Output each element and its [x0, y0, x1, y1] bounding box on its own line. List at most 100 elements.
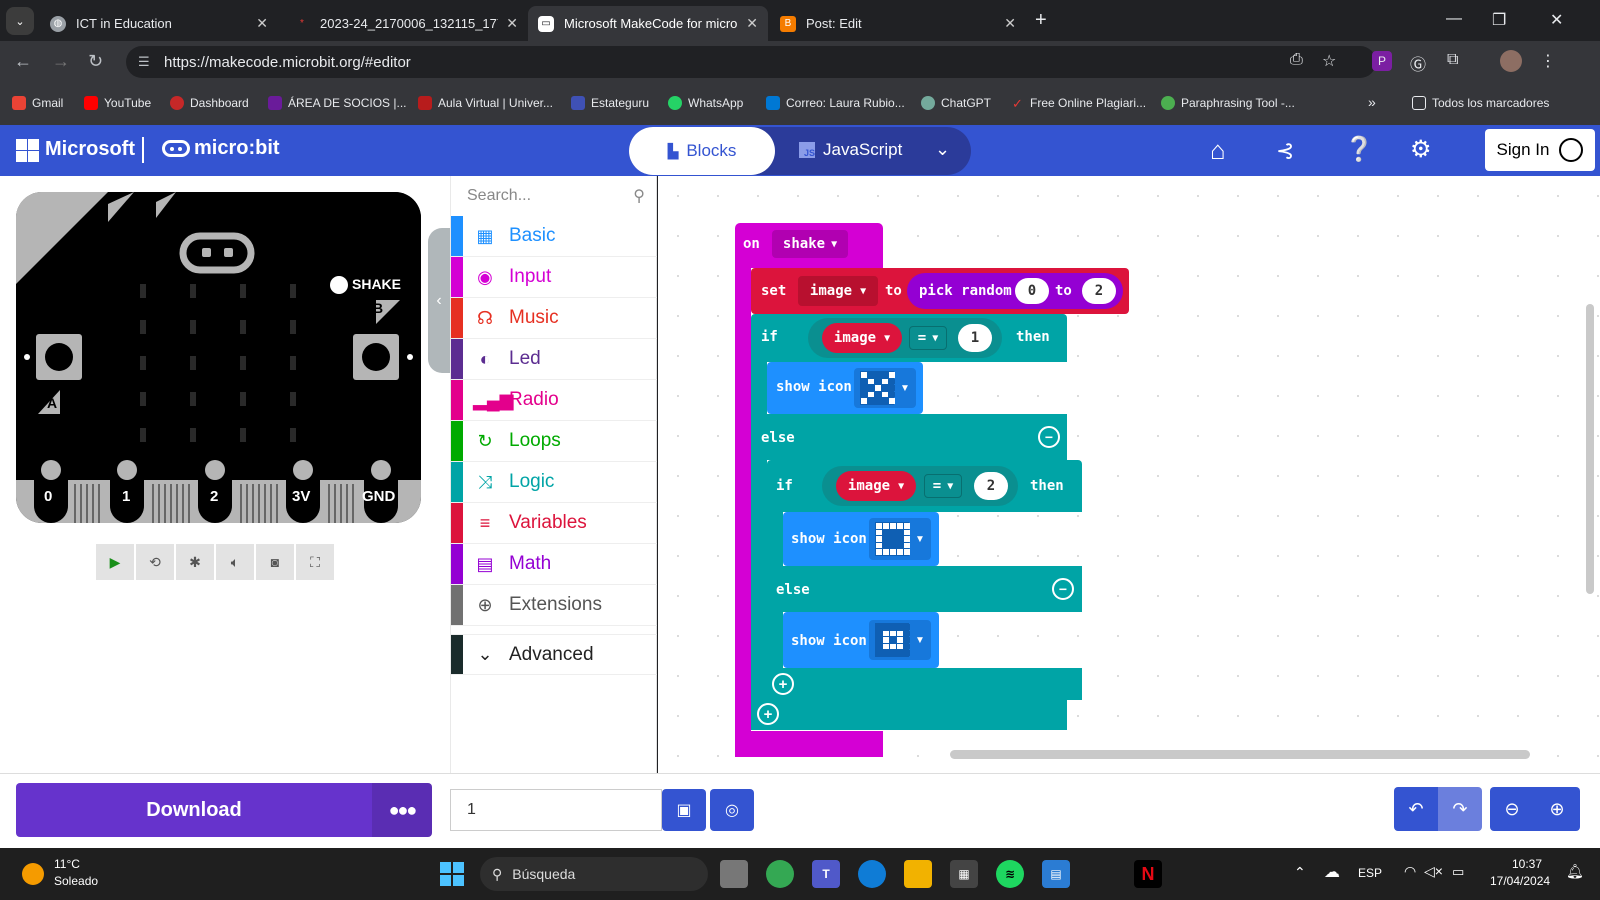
wifi-icon[interactable]: ◠ [1404, 863, 1416, 880]
bookmark-chatgpt[interactable]: ChatGPT [921, 96, 991, 110]
redo-button[interactable]: ↷ [1438, 787, 1482, 831]
restart-button[interactable]: ⟲ [136, 544, 174, 580]
pin-1-label[interactable]: 1 [122, 488, 130, 505]
image-variable-reporter[interactable]: image ▼ [836, 471, 916, 501]
volume-muted-icon[interactable]: ◁× [1424, 863, 1443, 880]
category-advanced[interactable]: ⌄ Advanced [451, 634, 657, 675]
weather-desc[interactable]: Soleado [54, 874, 98, 888]
zoom-in-button[interactable]: ⊕ [1534, 787, 1580, 831]
help-icon[interactable]: ❔ [1344, 135, 1374, 164]
close-tab-icon[interactable]: ✕ [746, 15, 758, 32]
category-basic[interactable]: ▦ Basic [451, 216, 657, 257]
undo-button[interactable]: ↶ [1394, 787, 1438, 831]
profile-avatar[interactable] [1500, 50, 1522, 72]
battery-icon[interactable]: ▭ [1452, 864, 1464, 880]
bookmark-star-icon[interactable]: ☆ [1322, 51, 1336, 71]
zoom-out-button[interactable]: ⊖ [1490, 787, 1534, 831]
bookmark-whatsapp[interactable]: WhatsApp [668, 96, 743, 110]
search-icon[interactable]: ⚲ [633, 186, 645, 206]
blocks-workspace[interactable]: on shake ▼ set image ▼ to pick random 0 to… [658, 176, 1600, 773]
close-tab-icon[interactable]: ✕ [506, 15, 518, 32]
chrome-icon[interactable] [766, 860, 794, 888]
bookmark-area-socios[interactable]: ÁREA DE SOCIOS |... [268, 96, 406, 110]
tab-makecode[interactable]: ▭ Microsoft MakeCode for micro: ✕ [528, 6, 768, 41]
blocks-mode-button[interactable]: ▙ Blocks [629, 127, 775, 175]
image-variable-reporter[interactable]: image ▼ [822, 323, 902, 353]
github-button[interactable]: ◎ [710, 789, 754, 831]
toolbox-search-input[interactable]: Search... ⚲ [451, 176, 657, 216]
restore-icon[interactable]: ❐ [1492, 10, 1506, 30]
category-radio[interactable]: ▂▄▆ Radio [451, 380, 657, 421]
random-min-field[interactable]: 0 [1015, 278, 1049, 304]
bookmark-estateguru[interactable]: Estateguru [571, 96, 649, 110]
bookmark-paraphrasing[interactable]: Paraphrasing Tool -... [1161, 96, 1295, 110]
bookmark-dashboard[interactable]: Dashboard [170, 96, 249, 110]
add-else-if-button-inner[interactable]: + [772, 673, 794, 695]
file-explorer-icon[interactable] [904, 860, 932, 888]
category-loops[interactable]: ↻ Loops [451, 421, 657, 462]
notifications-bell-icon[interactable]: 🔔︎ [1566, 863, 1584, 880]
close-tab-icon[interactable]: ✕ [256, 15, 268, 32]
all-bookmarks[interactable]: Todos los marcadores [1412, 96, 1549, 110]
sign-in-button[interactable]: Sign In [1485, 129, 1595, 171]
new-tab-icon[interactable]: + [1035, 9, 1047, 32]
back-icon[interactable]: ← [14, 51, 32, 72]
bookmark-youtube[interactable]: YouTube [84, 96, 151, 110]
microsoft-logo-icon[interactable] [16, 139, 39, 162]
project-name-input[interactable]: 1 [450, 789, 662, 831]
compare-value-field[interactable]: 2 [974, 472, 1008, 500]
random-max-field[interactable]: 2 [1082, 278, 1116, 304]
clock-time[interactable]: 10:37 [1512, 857, 1542, 871]
pin-0-label[interactable]: 0 [44, 488, 52, 505]
site-settings-icon[interactable]: ☰ [138, 54, 150, 70]
download-button[interactable]: Download [16, 783, 372, 837]
bookmark-gmail[interactable]: Gmail [12, 96, 63, 110]
category-math[interactable]: ▤ Math [451, 544, 657, 585]
grammarly-icon[interactable]: Ⓖ [1410, 51, 1426, 75]
download-options-button[interactable]: ●●● [372, 783, 432, 837]
weather-temp[interactable]: 11°C [54, 857, 80, 871]
icon-dropdown[interactable]: ▼ [869, 620, 931, 660]
remove-else-button[interactable]: − [1038, 426, 1060, 448]
reload-icon[interactable]: ↻ [88, 51, 103, 72]
bookmark-aula-virtual[interactable]: Aula Virtual | Univer... [418, 96, 553, 110]
close-window-icon[interactable]: ✕ [1550, 10, 1563, 30]
onedrive-cloud-icon[interactable]: ☁ [1324, 862, 1340, 882]
teams-icon[interactable]: T [812, 860, 840, 888]
share-icon[interactable]: ⊰ [1276, 138, 1294, 164]
variable-dropdown[interactable]: image ▼ [798, 276, 878, 306]
bookmark-plagiarism[interactable]: ✓ Free Online Plagiari... [1012, 96, 1146, 111]
install-app-icon[interactable]: ⎙ [1290, 51, 1303, 69]
category-extensions[interactable]: ⊕ Extensions [451, 585, 657, 626]
category-logic[interactable]: ⤨ Logic [451, 462, 657, 503]
mute-button[interactable]: 🔈︎ [216, 544, 254, 580]
debug-button[interactable]: ✱ [176, 544, 214, 580]
extensions-puzzle-icon[interactable]: ⧉ [1447, 51, 1458, 69]
play-button[interactable]: ▶ [96, 544, 134, 580]
settings-gear-icon[interactable]: ⚙ [1410, 135, 1432, 164]
event-dropdown[interactable]: shake ▼ [772, 230, 848, 258]
shake-label[interactable]: SHAKE [352, 276, 401, 292]
compare-value-field[interactable]: 1 [958, 324, 992, 352]
windows-start-icon[interactable] [440, 862, 464, 886]
task-view-icon[interactable] [720, 860, 748, 888]
close-tab-icon[interactable]: ✕ [1004, 15, 1016, 32]
remove-else-button[interactable]: − [1052, 578, 1074, 600]
microbit-brand[interactable]: micro:bit [162, 137, 280, 160]
home-icon[interactable]: ⌂ [1210, 135, 1226, 166]
word-doc-icon[interactable]: ▤ [1042, 860, 1070, 888]
language-indicator[interactable]: ESP [1358, 866, 1382, 880]
javascript-mode-button[interactable]: JS JavaScript [799, 140, 902, 160]
operator-dropdown[interactable]: = ▼ [909, 326, 947, 350]
operator-dropdown[interactable]: = ▼ [924, 474, 962, 498]
workspace-vertical-scrollbar[interactable] [1586, 304, 1594, 594]
taskbar-search[interactable]: ⚲ Búsqueda [480, 857, 708, 891]
category-input[interactable]: ◉ Input [451, 257, 657, 298]
tab-pdf-document[interactable]: * 2023-24_2170006_132115_1772 ✕ [284, 6, 528, 41]
category-music[interactable]: ☊ Music [451, 298, 657, 339]
microsoft-store-icon[interactable]: ▦ [950, 860, 978, 888]
workspace-horizontal-scrollbar[interactable] [950, 750, 1530, 759]
add-else-if-button-outer[interactable]: + [757, 703, 779, 725]
menu-kebab-icon[interactable]: ⋮ [1540, 51, 1556, 71]
bookmarks-overflow[interactable]: » [1368, 94, 1376, 110]
